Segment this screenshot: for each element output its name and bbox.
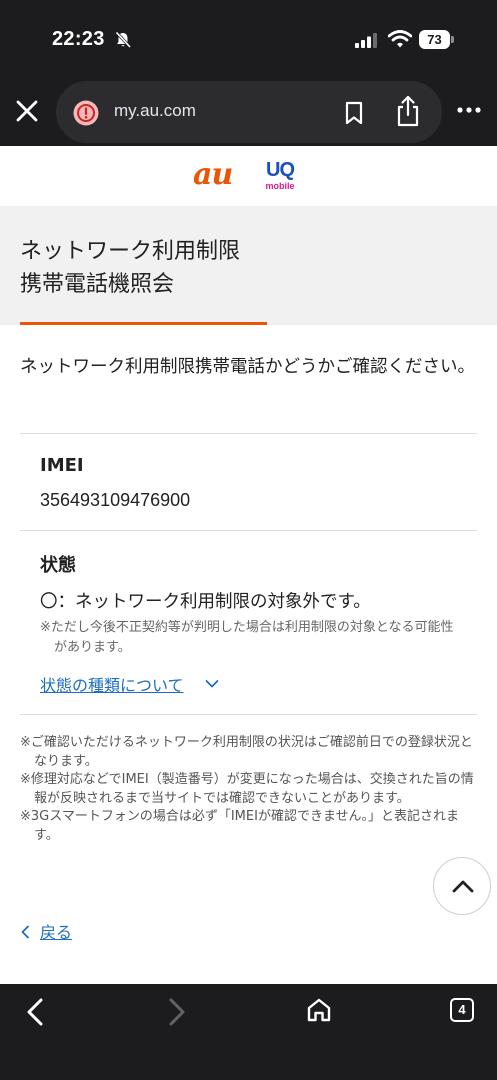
tabs-button[interactable]: 4: [450, 998, 474, 1022]
uq-mobile-logo[interactable]: UQ mobile: [262, 159, 298, 195]
uq-logo-subtext: mobile: [265, 181, 295, 191]
au-logo[interactable]: au: [193, 160, 233, 190]
status-time: 22:23: [52, 28, 105, 50]
page-title: ネットワーク利用制限: [20, 239, 241, 264]
address-bar[interactable]: my.au.com: [56, 81, 442, 143]
note-item: ※3Gスマートフォンの場合は必ず「IMEIが確認できません。」と表記されます。: [20, 809, 460, 843]
divider: [20, 530, 477, 531]
share-icon[interactable]: [396, 95, 420, 127]
wifi-icon: [388, 30, 412, 48]
bottom-toolbar: 4: [0, 984, 497, 1080]
close-icon[interactable]: [14, 98, 40, 124]
imei-label: IMEI: [40, 455, 84, 476]
battery-indicator: 73: [419, 30, 454, 49]
forward-arrow-icon[interactable]: [166, 998, 188, 1026]
title-accent-underline: [20, 322, 267, 325]
note-item: ※修理対応などでIMEI（製造番号）が変更になった場合は、交換された旨の情報が反…: [20, 772, 474, 806]
back-link-label: 戻る: [40, 923, 73, 942]
status-note: ※ただし今後不正契約等が判明した場合は利用制限の対象となる可能性があります。: [40, 620, 454, 655]
status-bar: 22:23 73: [0, 0, 497, 78]
battery-level: 73: [419, 30, 450, 49]
bookmark-icon[interactable]: [344, 101, 364, 125]
back-arrow-icon[interactable]: [24, 998, 46, 1026]
note-item: ※ご確認いただけるネットワーク利用制限の状況はご確認前日での登録状況となります。: [20, 735, 473, 769]
status-label: 状態: [40, 555, 76, 576]
page-subtitle: 携帯電話機照会: [20, 272, 175, 297]
chevron-up-icon: [452, 880, 474, 893]
tabs-count: 4: [458, 1002, 466, 1017]
notes-list: ※ご確認いただけるネットワーク利用制限の状況はご確認前日での登録状況となります。…: [20, 734, 475, 845]
uq-logo-text: UQ: [266, 159, 295, 181]
page-title-block: ネットワーク利用制限 携帯電話機照会: [0, 206, 497, 325]
divider: [20, 714, 477, 715]
scroll-to-top-button[interactable]: [433, 857, 491, 915]
more-icon[interactable]: [456, 104, 482, 116]
chevron-left-icon: [21, 925, 29, 939]
intro-text: ネットワーク利用制限携帯電話かどうかご確認ください。: [20, 357, 475, 377]
imei-value: 356493109476900: [40, 490, 191, 510]
status-value: 〇：ネットワーク利用制限の対象外です。: [40, 592, 371, 612]
web-page: au UQ mobile ネットワーク利用制限 携帯電話機照会 ネットワーク利用…: [0, 146, 497, 984]
status-types-link[interactable]: 状態の種類について: [40, 672, 184, 696]
back-link[interactable]: 戻る: [20, 919, 72, 943]
security-warning-icon[interactable]: [72, 99, 100, 127]
divider: [20, 433, 477, 434]
home-icon[interactable]: [306, 997, 332, 1023]
battery-tip: [451, 36, 454, 43]
cellular-signal-icon: [355, 33, 377, 48]
chevron-down-icon[interactable]: [205, 679, 219, 689]
url-text: my.au.com: [114, 101, 196, 120]
bell-slash-icon: [115, 31, 132, 49]
brand-header: au UQ mobile: [0, 146, 497, 206]
browser-toolbar: my.au.com: [0, 78, 497, 146]
